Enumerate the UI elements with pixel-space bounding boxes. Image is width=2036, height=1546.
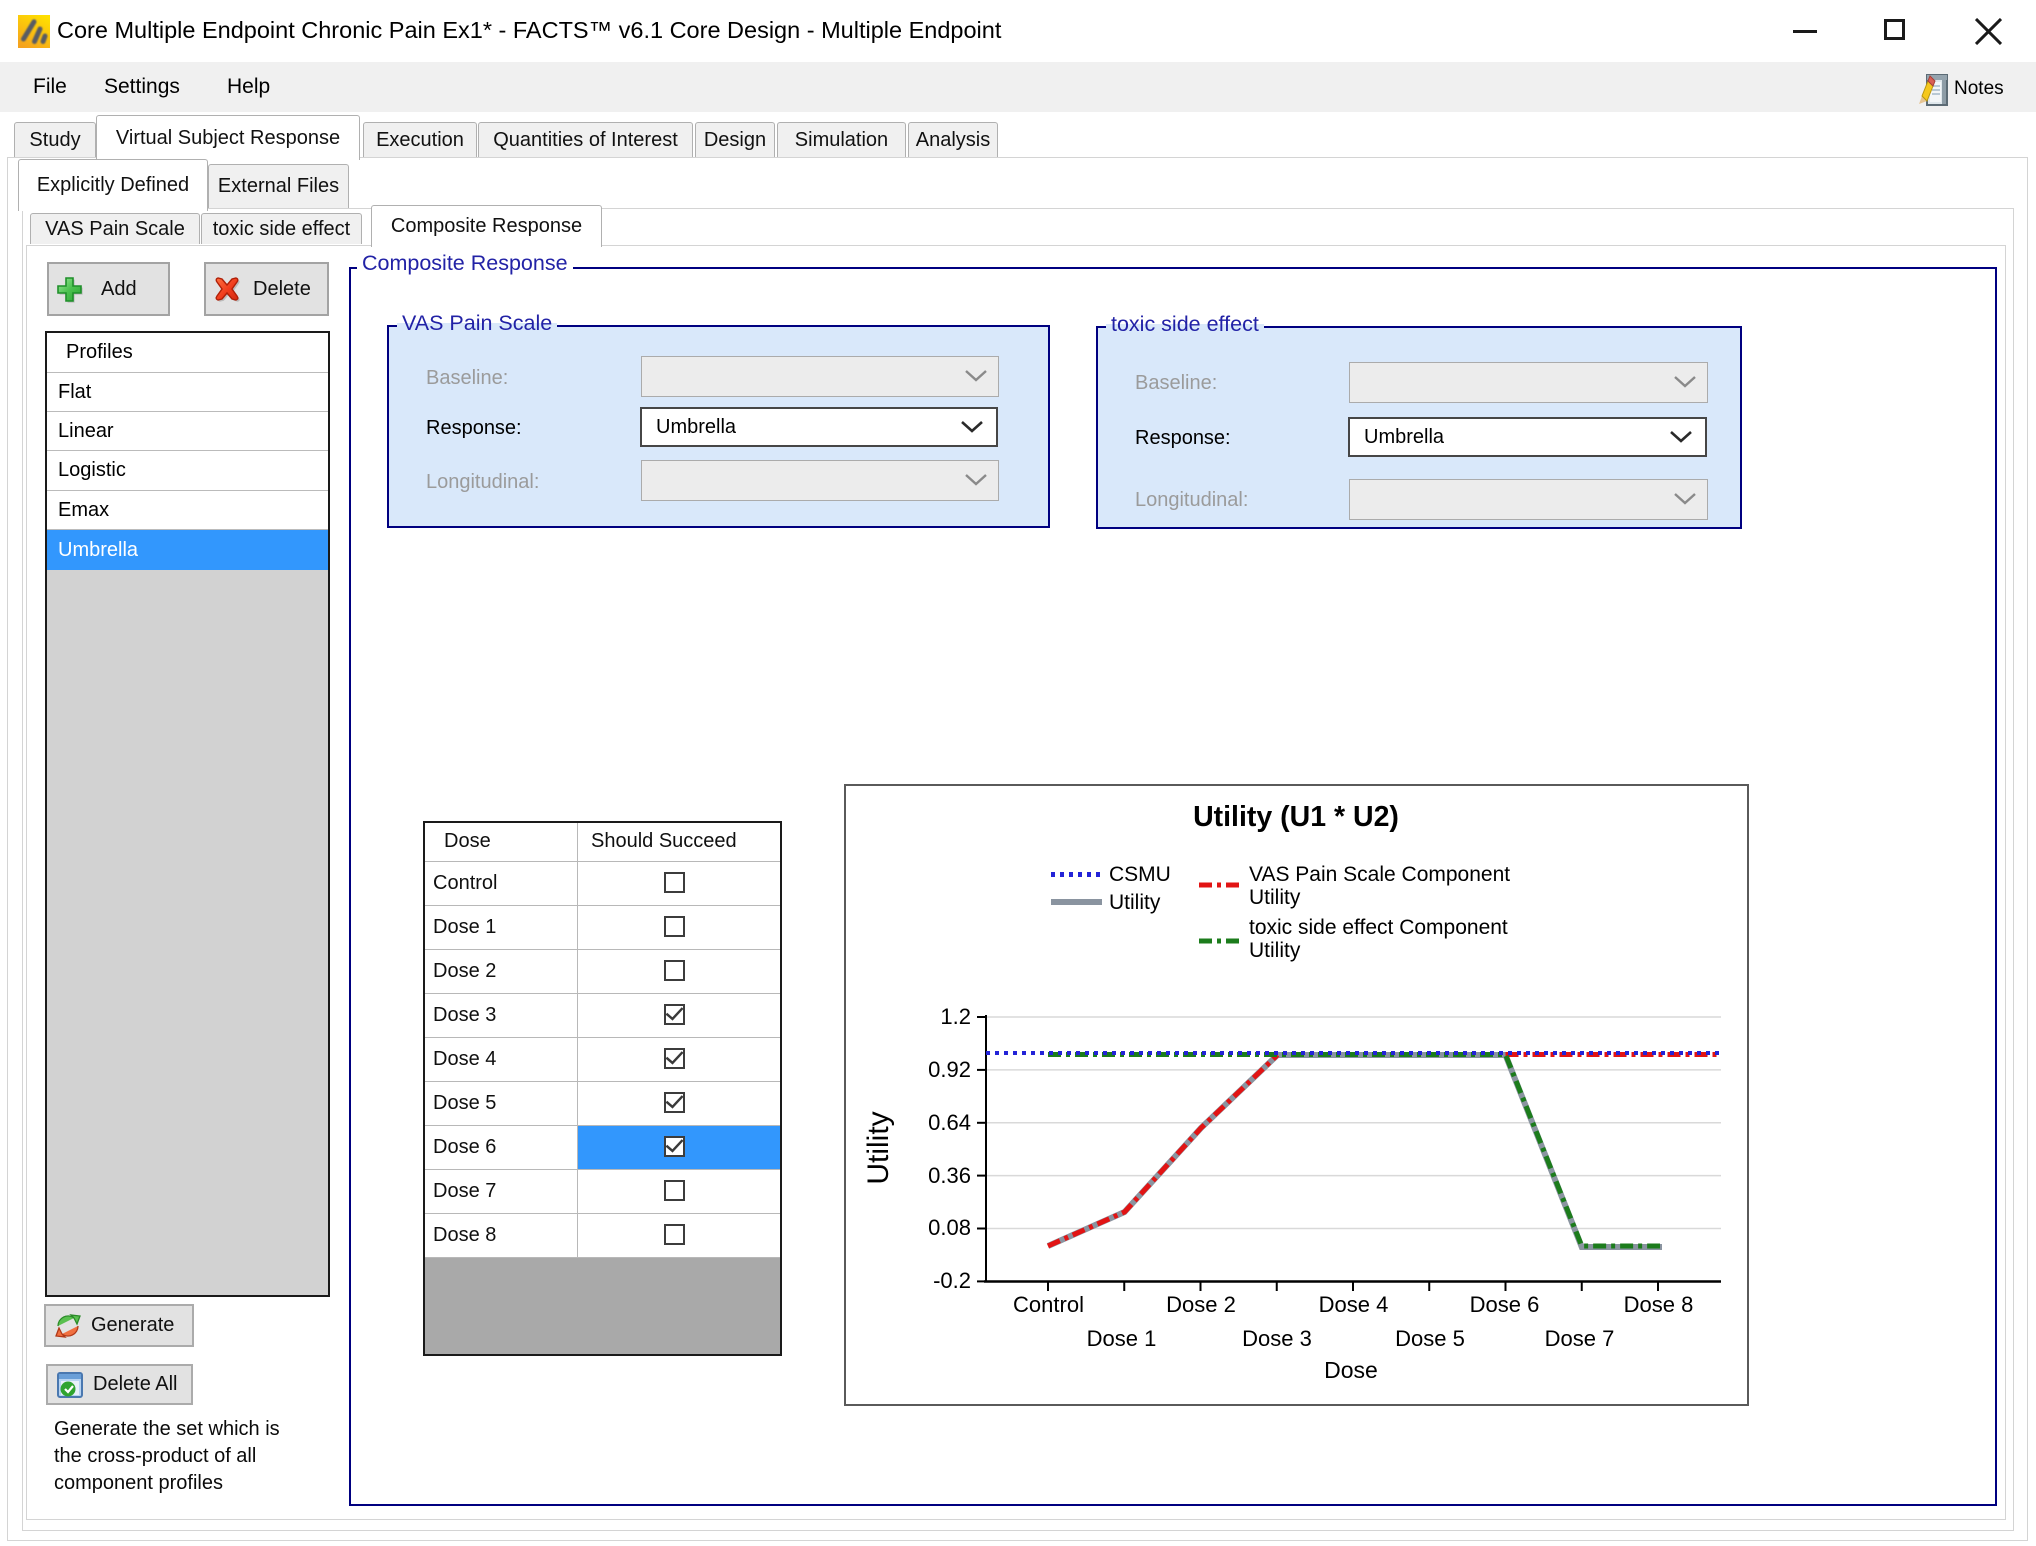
svg-text:Dose: Dose: [1324, 1357, 1378, 1383]
svg-text:toxic side effect Component: toxic side effect Component: [1249, 916, 1508, 939]
svg-text:Control: Control: [1013, 1292, 1084, 1317]
svg-text:Utility: Utility: [862, 1111, 895, 1184]
svg-text:0.92: 0.92: [928, 1057, 971, 1082]
svg-text:Dose 3: Dose 3: [1242, 1326, 1312, 1351]
svg-text:VAS Pain Scale Component: VAS Pain Scale Component: [1249, 863, 1510, 886]
svg-text:-0.2: -0.2: [933, 1268, 971, 1293]
svg-text:Utility: Utility: [1109, 891, 1161, 914]
svg-text:Dose 6: Dose 6: [1470, 1292, 1540, 1317]
svg-text:Utility: Utility: [1249, 939, 1301, 962]
svg-text:0.08: 0.08: [928, 1215, 971, 1240]
svg-text:Dose 5: Dose 5: [1395, 1326, 1465, 1351]
svg-text:Utility: Utility: [1249, 886, 1301, 909]
svg-text:0.36: 0.36: [928, 1163, 971, 1188]
svg-text:Dose 4: Dose 4: [1319, 1292, 1389, 1317]
svg-text:1.2: 1.2: [940, 1004, 971, 1029]
svg-text:Dose 7: Dose 7: [1545, 1326, 1615, 1351]
svg-text:CSMU: CSMU: [1109, 863, 1171, 886]
svg-text:Dose 2: Dose 2: [1166, 1292, 1236, 1317]
svg-text:Utility (U1 * U2): Utility (U1 * U2): [1193, 801, 1399, 833]
svg-text:Dose 8: Dose 8: [1624, 1292, 1694, 1317]
svg-text:Dose 1: Dose 1: [1087, 1326, 1157, 1351]
svg-text:0.64: 0.64: [928, 1110, 971, 1135]
